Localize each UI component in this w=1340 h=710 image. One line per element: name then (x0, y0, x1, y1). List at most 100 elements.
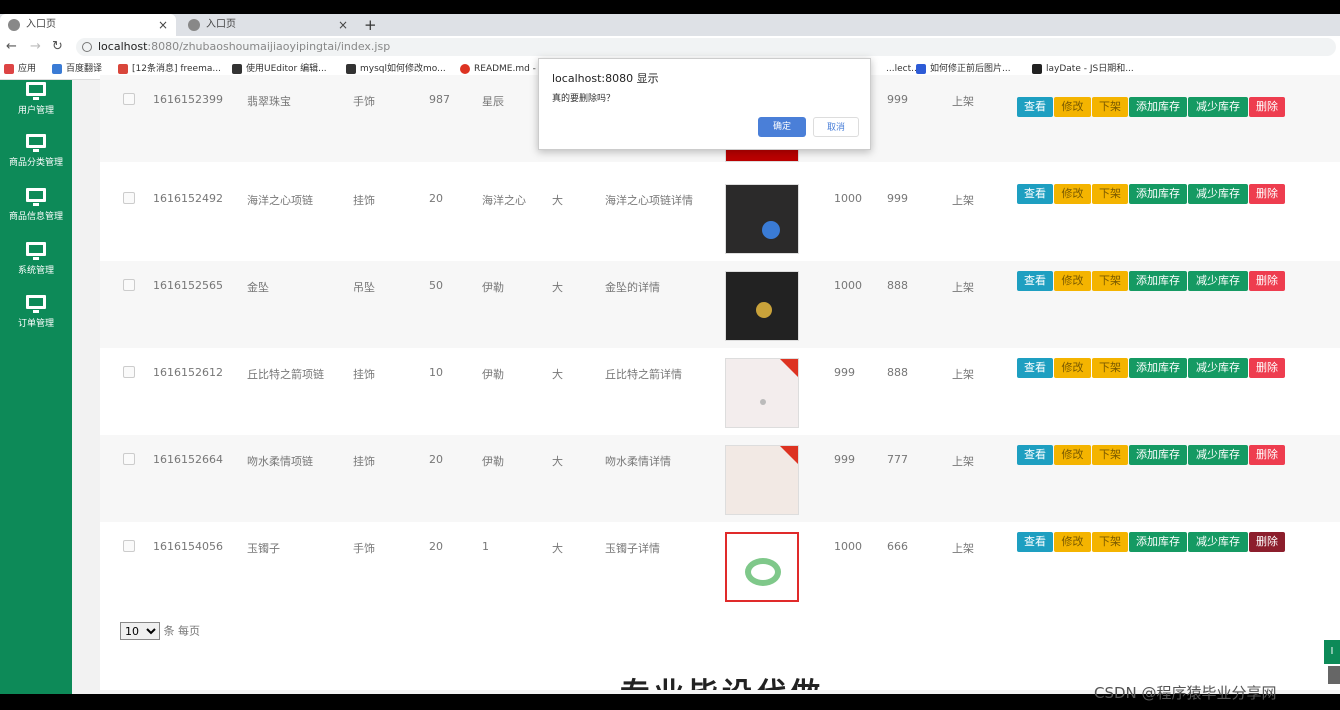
edit-button[interactable]: 修改 (1054, 97, 1091, 117)
cell-status: 上架 (952, 281, 974, 294)
view-button[interactable]: 查看 (1017, 445, 1053, 465)
add-stock-button[interactable]: 添加库存 (1129, 445, 1187, 465)
cell-id: 1616152664 (153, 453, 223, 466)
cell-name: 翡翠珠宝 (247, 95, 291, 108)
sidebar-item-categories[interactable]: 商品分类管理 (0, 134, 72, 168)
edit-button[interactable]: 修改 (1054, 532, 1091, 552)
sidebar-item-label: 系统管理 (17, 266, 54, 276)
cell-detail: 丘比特之箭详情 (605, 368, 682, 381)
cell-original-price: 999 (834, 453, 855, 466)
bookmark-item[interactable]: 百度翻译 (52, 58, 102, 80)
add-stock-button[interactable]: 添加库存 (1129, 271, 1187, 291)
edit-button[interactable]: 修改 (1054, 184, 1091, 204)
cell-price: 999 (887, 93, 908, 106)
cell-category: 挂饰 (353, 455, 375, 468)
sidebar-item-label: 商品分类管理 (8, 158, 63, 168)
unlist-button[interactable]: 下架 (1092, 97, 1128, 117)
reduce-stock-button[interactable]: 减少库存 (1188, 184, 1248, 204)
unlist-button[interactable]: 下架 (1092, 358, 1128, 378)
product-image (725, 184, 799, 254)
delete-button[interactable]: 删除 (1249, 358, 1285, 378)
row-checkbox[interactable] (123, 279, 135, 291)
reduce-stock-button[interactable]: 减少库存 (1188, 358, 1248, 378)
view-button[interactable]: 查看 (1017, 532, 1053, 552)
sidebar-item-products[interactable]: 商品信息管理 (0, 188, 72, 222)
delete-button[interactable]: 删除 (1249, 184, 1285, 204)
unlist-button[interactable]: 下架 (1092, 532, 1128, 552)
unlist-button[interactable]: 下架 (1092, 271, 1128, 291)
cell-brand: 1 (482, 540, 489, 553)
table-row: 1616152612 丘比特之箭项链 挂饰 10 伊勒 大 丘比特之箭详情 99… (100, 348, 1340, 435)
window-top-bar (0, 0, 1340, 14)
reduce-stock-button[interactable]: 减少库存 (1188, 271, 1248, 291)
cell-name: 金坠 (247, 281, 269, 294)
bookmark-label: layDate - JS日期和... (1046, 64, 1134, 74)
add-stock-button[interactable]: 添加库存 (1129, 97, 1187, 117)
tab-title: 入口页 (206, 19, 236, 30)
back-arrow-icon[interactable]: ← (6, 39, 17, 55)
cell-quantity: 987 (429, 93, 450, 106)
edit-button[interactable]: 修改 (1054, 271, 1091, 291)
row-checkbox[interactable] (123, 366, 135, 378)
view-button[interactable]: 查看 (1017, 358, 1053, 378)
monitor-icon (26, 134, 46, 152)
cell-original-price: 1000 (834, 192, 862, 205)
bookmark-apps[interactable]: 应用 (4, 58, 36, 80)
view-button[interactable]: 查看 (1017, 184, 1053, 204)
browser-tab-2[interactable]: 入口页 × (180, 14, 356, 36)
cell-id: 1616152492 (153, 192, 223, 205)
cell-quantity: 10 (429, 366, 443, 379)
add-stock-button[interactable]: 添加库存 (1129, 532, 1187, 552)
close-icon[interactable]: × (338, 14, 348, 36)
reduce-stock-button[interactable]: 减少库存 (1188, 532, 1248, 552)
row-checkbox[interactable] (123, 93, 135, 105)
add-stock-button[interactable]: 添加库存 (1129, 184, 1187, 204)
url-field[interactable]: localhost:8080/zhubaoshoumaijiaoyipingta… (76, 38, 1336, 56)
cell-detail: 玉镯子详情 (605, 542, 660, 555)
reload-icon[interactable]: ↻ (52, 39, 63, 55)
delete-button[interactable]: 删除 (1249, 97, 1285, 117)
cancel-button[interactable]: 取消 (813, 117, 859, 137)
add-stock-button[interactable]: 添加库存 (1129, 358, 1187, 378)
monitor-icon (26, 295, 46, 313)
bookmark-label: ...lect... (886, 64, 920, 74)
cell-detail: 吻水柔情详情 (605, 455, 671, 468)
reduce-stock-button[interactable]: 减少库存 (1188, 445, 1248, 465)
row-checkbox[interactable] (123, 192, 135, 204)
unlist-button[interactable]: 下架 (1092, 184, 1128, 204)
unlist-button[interactable]: 下架 (1092, 445, 1128, 465)
sidebar-item-users[interactable]: 用户管理 (0, 82, 72, 116)
delete-button[interactable]: 删除 (1249, 532, 1285, 552)
confirm-dialog: localhost:8080 显示 真的要删除吗？ 确定 取消 (538, 58, 871, 150)
confirm-button[interactable]: 确定 (758, 105, 806, 137)
row-checkbox[interactable] (123, 453, 135, 465)
cell-quantity: 20 (429, 453, 443, 466)
globe-icon (188, 19, 200, 31)
bookmark-label: mysql如何修改mo... (360, 64, 446, 74)
watermark-text: CSDN @程序猿毕业分享网 (1094, 684, 1277, 702)
edit-button[interactable]: 修改 (1054, 445, 1091, 465)
sidebar-item-system[interactable]: 系统管理 (0, 242, 72, 276)
sidebar-item-orders[interactable]: 订单管理 (0, 295, 72, 329)
close-icon[interactable]: × (158, 14, 168, 36)
bookmark-label: README.md - (474, 64, 536, 74)
page-size-select[interactable]: 10 (120, 622, 160, 640)
cell-brand: 海洋之心 (482, 194, 526, 207)
row-checkbox[interactable] (123, 540, 135, 552)
dialog-message: 真的要删除吗？ (552, 94, 616, 104)
delete-button[interactable]: 删除 (1249, 271, 1285, 291)
view-button[interactable]: 查看 (1017, 271, 1053, 291)
browser-tab-1[interactable]: 入口页 × (0, 14, 176, 36)
bookmark-label: 如何修正前后图片... (930, 64, 1011, 74)
cell-status: 上架 (952, 95, 974, 108)
reduce-stock-button[interactable]: 减少库存 (1188, 97, 1248, 117)
delete-button[interactable]: 删除 (1249, 445, 1285, 465)
float-side-button-2[interactable] (1328, 666, 1340, 684)
edit-button[interactable]: 修改 (1054, 358, 1091, 378)
forward-arrow-icon[interactable]: → (30, 39, 41, 55)
view-button[interactable]: 查看 (1017, 97, 1053, 117)
new-tab-button[interactable]: + (364, 14, 377, 36)
cell-category: 挂饰 (353, 368, 375, 381)
cell-size: 大 (552, 281, 563, 294)
float-side-button[interactable]: I (1324, 640, 1340, 664)
